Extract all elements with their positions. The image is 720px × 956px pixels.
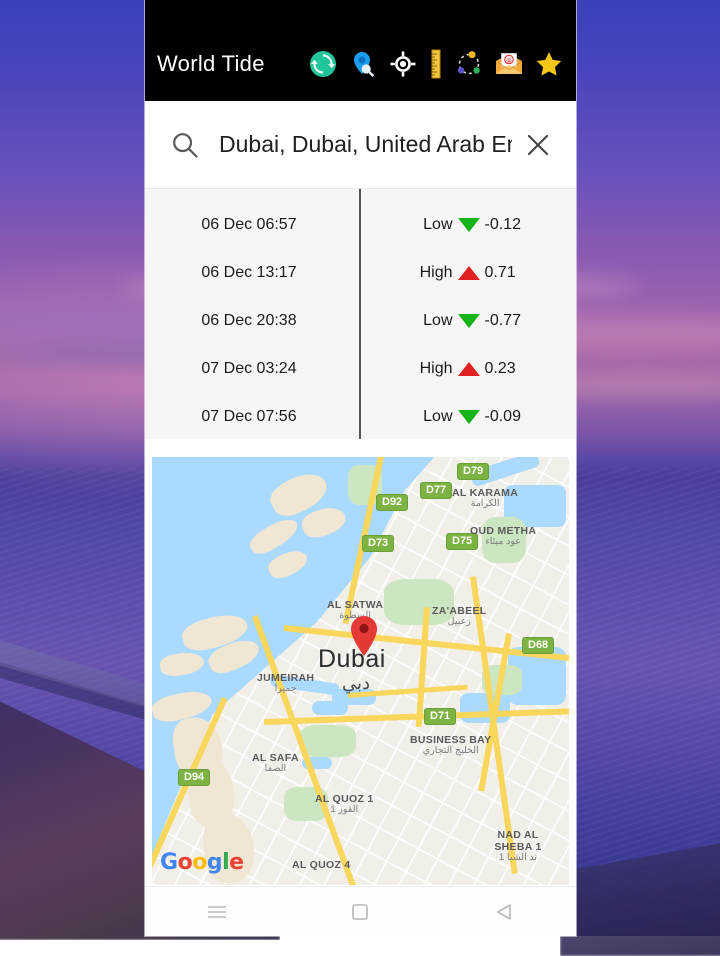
search-icon[interactable] bbox=[165, 125, 205, 165]
tide-time: 06 Dec 20:38 bbox=[201, 312, 297, 329]
toolbar-icons: @ bbox=[308, 49, 564, 79]
search-bar: Dubai, Dubai, United Arab Emirates bbox=[145, 101, 576, 189]
tide-up-arrow-icon bbox=[457, 362, 480, 376]
road-shield[interactable]: D92 bbox=[376, 494, 409, 511]
tide-time: 07 Dec 03:24 bbox=[201, 360, 297, 377]
place-label: ZA'ABEEL زعبيل bbox=[432, 605, 486, 628]
tide-height: -0.12 bbox=[484, 216, 521, 233]
road-shield[interactable]: D71 bbox=[424, 708, 457, 725]
place-name-arabic: جميرا bbox=[274, 683, 297, 695]
place-label: AL SAFA الصفا bbox=[252, 752, 299, 775]
tide-height: -0.77 bbox=[484, 312, 521, 329]
tide-down-arrow-icon bbox=[457, 218, 480, 232]
creek-water bbox=[312, 701, 348, 715]
tide-up-arrow-icon bbox=[457, 266, 480, 280]
place-name: NAD AL SHEBA 1 bbox=[494, 829, 542, 854]
tide-type: Low bbox=[423, 408, 453, 425]
road-shield[interactable]: D68 bbox=[522, 637, 555, 654]
city-label-arabic: دبي bbox=[342, 673, 371, 693]
home-button[interactable] bbox=[325, 889, 395, 935]
tide-value-group: High 0.71 bbox=[359, 264, 576, 282]
phone-window: World Tide @ Dubai, Dubai, United Arab E… bbox=[145, 0, 576, 936]
tide-value-group: High 0.23 bbox=[359, 360, 576, 378]
tide-type: High bbox=[419, 360, 453, 377]
road-shield[interactable]: D79 bbox=[457, 463, 490, 480]
tide-time: 06 Dec 06:57 bbox=[201, 216, 297, 233]
tide-height: 0.71 bbox=[484, 264, 516, 281]
tide-value-group: Low -0.09 bbox=[359, 408, 576, 426]
place-label: BUSINESS BAY الخليج التجاري bbox=[410, 734, 491, 757]
tide-down-arrow-icon bbox=[457, 314, 480, 328]
tide-value-group: Low -0.77 bbox=[359, 312, 576, 330]
table-divider bbox=[359, 189, 361, 439]
tide-height: -0.09 bbox=[484, 408, 521, 425]
search-input[interactable]: Dubai, Dubai, United Arab Emirates bbox=[219, 131, 512, 158]
app-bar: World Tide @ bbox=[145, 26, 576, 101]
tide-time: 07 Dec 07:56 bbox=[201, 408, 297, 425]
share-icon[interactable] bbox=[454, 49, 484, 79]
my-location-icon[interactable] bbox=[388, 49, 418, 79]
place-name-arabic: الكرامة bbox=[470, 498, 500, 510]
tide-type: Low bbox=[423, 216, 453, 233]
road-shield[interactable]: D77 bbox=[420, 482, 453, 499]
place-name-arabic: القوز 1 bbox=[330, 804, 359, 816]
place-label: AL KARAMA الكرامة bbox=[452, 487, 518, 510]
place-name-arabic: ند الشبا 1 bbox=[499, 852, 537, 864]
close-icon[interactable] bbox=[520, 127, 556, 163]
svg-text:@: @ bbox=[506, 58, 512, 64]
road-shield[interactable]: D94 bbox=[178, 769, 211, 786]
place-label: NAD AL SHEBA 1 ند الشبا 1 bbox=[478, 829, 558, 864]
place-label: JUMEIRAH جميرا bbox=[257, 672, 314, 695]
place-name: AL QUOZ 4 bbox=[292, 859, 351, 871]
tide-type: Low bbox=[423, 312, 453, 329]
place-name-arabic: الصفا bbox=[264, 763, 287, 775]
tide-type: High bbox=[419, 264, 453, 281]
place-label: AL QUOZ 1 القوز 1 bbox=[315, 793, 374, 816]
tide-height: 0.23 bbox=[484, 360, 516, 377]
road-shield[interactable]: D73 bbox=[362, 535, 395, 552]
park-area bbox=[300, 725, 356, 757]
android-nav-bar bbox=[145, 886, 576, 936]
tide-table: 06 Dec 06:57 Low -0.12 06 Dec 13:17 High… bbox=[145, 189, 576, 439]
place-name-arabic: عود ميثاء bbox=[485, 536, 521, 548]
status-bar bbox=[145, 0, 576, 26]
favorite-star-icon[interactable] bbox=[534, 49, 564, 79]
back-button[interactable] bbox=[469, 889, 539, 935]
place-name-arabic: الخليج التجاري bbox=[422, 745, 479, 757]
app-title: World Tide bbox=[157, 50, 265, 76]
ruler-units-icon[interactable] bbox=[428, 49, 444, 79]
map-container: D79 D77 D92 D73 D75 D68 D71 D94 AL KARAM… bbox=[145, 439, 576, 886]
creek-water bbox=[460, 693, 510, 723]
map-pin-marker[interactable] bbox=[349, 615, 379, 657]
mail-icon[interactable]: @ bbox=[494, 49, 524, 79]
google-logo[interactable]: Google bbox=[160, 850, 244, 875]
refresh-icon[interactable] bbox=[308, 49, 338, 79]
tide-down-arrow-icon bbox=[457, 410, 480, 424]
place-label: AL QUOZ 4 bbox=[292, 859, 351, 871]
google-map[interactable]: D79 D77 D92 D73 D75 D68 D71 D94 AL KARAM… bbox=[152, 457, 569, 885]
tide-time: 06 Dec 13:17 bbox=[201, 264, 297, 281]
recents-button[interactable] bbox=[182, 889, 252, 935]
place-label: OUD METHA عود ميثاء bbox=[470, 525, 536, 548]
place-name-arabic: زعبيل bbox=[447, 616, 471, 628]
location-search-icon[interactable] bbox=[348, 49, 378, 79]
tide-value-group: Low -0.12 bbox=[359, 216, 576, 234]
